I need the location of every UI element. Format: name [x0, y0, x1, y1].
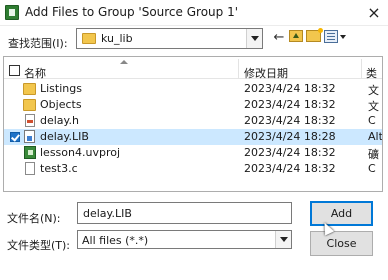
- sort-up-icon: [120, 60, 128, 64]
- file-name: lesson4.uvproj: [40, 146, 121, 159]
- header-file-icon: [25, 114, 35, 127]
- file-list[interactable]: 名称 修改日期 类 Listings 2023/4/24 18:32 文 Obj…: [3, 56, 383, 192]
- column-divider[interactable]: [238, 59, 239, 79]
- close-button[interactable]: Close: [310, 231, 373, 256]
- add-button[interactable]: Add: [310, 201, 373, 226]
- project-file-icon: [24, 146, 36, 159]
- file-type: C: [368, 114, 376, 127]
- column-divider[interactable]: [361, 59, 362, 79]
- back-arrow-icon[interactable]: ←: [272, 29, 286, 47]
- file-name-label: 文件名(N):: [7, 212, 61, 225]
- list-item[interactable]: test3.c 2023/4/24 18:32 C: [4, 161, 382, 177]
- file-type: C: [368, 162, 376, 175]
- look-in-dropdown[interactable]: ku_lib: [76, 28, 263, 49]
- file-date: 2023/4/24 18:32: [244, 82, 336, 95]
- new-folder-icon[interactable]: [306, 28, 323, 42]
- folder-icon: [23, 83, 36, 95]
- file-name-input[interactable]: delay.LIB: [77, 202, 292, 224]
- file-date: 2023/4/24 18:32: [244, 98, 336, 111]
- file-name: delay.LIB: [40, 130, 89, 143]
- file-type: Alt: [368, 130, 383, 143]
- file-name: delay.h: [40, 114, 79, 127]
- file-date: 2023/4/24 18:32: [244, 114, 336, 127]
- checkbox-checked-icon[interactable]: [10, 132, 20, 142]
- file-date: 2023/4/24 18:32: [244, 162, 336, 175]
- file-date: 2023/4/24 18:28: [244, 130, 336, 143]
- column-type[interactable]: 类: [366, 65, 377, 81]
- up-folder-icon[interactable]: [289, 30, 303, 42]
- look-in-value: ku_lib: [101, 32, 133, 45]
- column-date[interactable]: 修改日期: [244, 65, 288, 81]
- lib-file-icon: [24, 130, 35, 143]
- c-file-icon: [25, 162, 35, 175]
- list-item[interactable]: lesson4.uvproj 2023/4/24 18:32 礦: [4, 145, 382, 161]
- chevron-down-icon[interactable]: [246, 29, 262, 48]
- title-bar: Add Files to Group 'Source Group 1' ×: [0, 0, 388, 26]
- column-name[interactable]: 名称: [24, 65, 46, 81]
- file-type: 礦: [368, 148, 379, 161]
- list-item[interactable]: Objects 2023/4/24 18:32 文: [4, 97, 382, 113]
- close-window-icon[interactable]: ×: [364, 3, 384, 23]
- file-name: Listings: [40, 82, 82, 95]
- view-menu-arrow-icon[interactable]: [340, 35, 346, 39]
- file-type-value: All files (*.*): [82, 234, 149, 247]
- folder-icon: [23, 99, 36, 111]
- list-item-selected[interactable]: delay.LIB 2023/4/24 18:28 Alt: [4, 129, 382, 145]
- list-item[interactable]: Listings 2023/4/24 18:32 文: [4, 81, 382, 97]
- file-name: Objects: [40, 98, 82, 111]
- view-menu-icon[interactable]: [324, 30, 338, 43]
- file-name: test3.c: [40, 162, 78, 175]
- look-in-label: 查找范围(I):: [8, 37, 68, 50]
- list-item[interactable]: delay.h 2023/4/24 18:32 C: [4, 113, 382, 129]
- column-header: 名称 修改日期 类: [4, 57, 382, 81]
- select-all-checkbox[interactable]: [9, 65, 20, 76]
- file-type: 文: [368, 84, 379, 97]
- file-type: 文: [368, 100, 379, 113]
- keil-app-icon: [5, 5, 19, 20]
- window-title: Add Files to Group 'Source Group 1': [25, 5, 239, 19]
- file-date: 2023/4/24 18:32: [244, 146, 336, 159]
- file-type-select[interactable]: All files (*.*): [77, 230, 292, 249]
- chevron-down-icon[interactable]: [275, 231, 291, 248]
- folder-icon: [82, 33, 96, 44]
- file-type-label: 文件类型(T):: [7, 239, 71, 252]
